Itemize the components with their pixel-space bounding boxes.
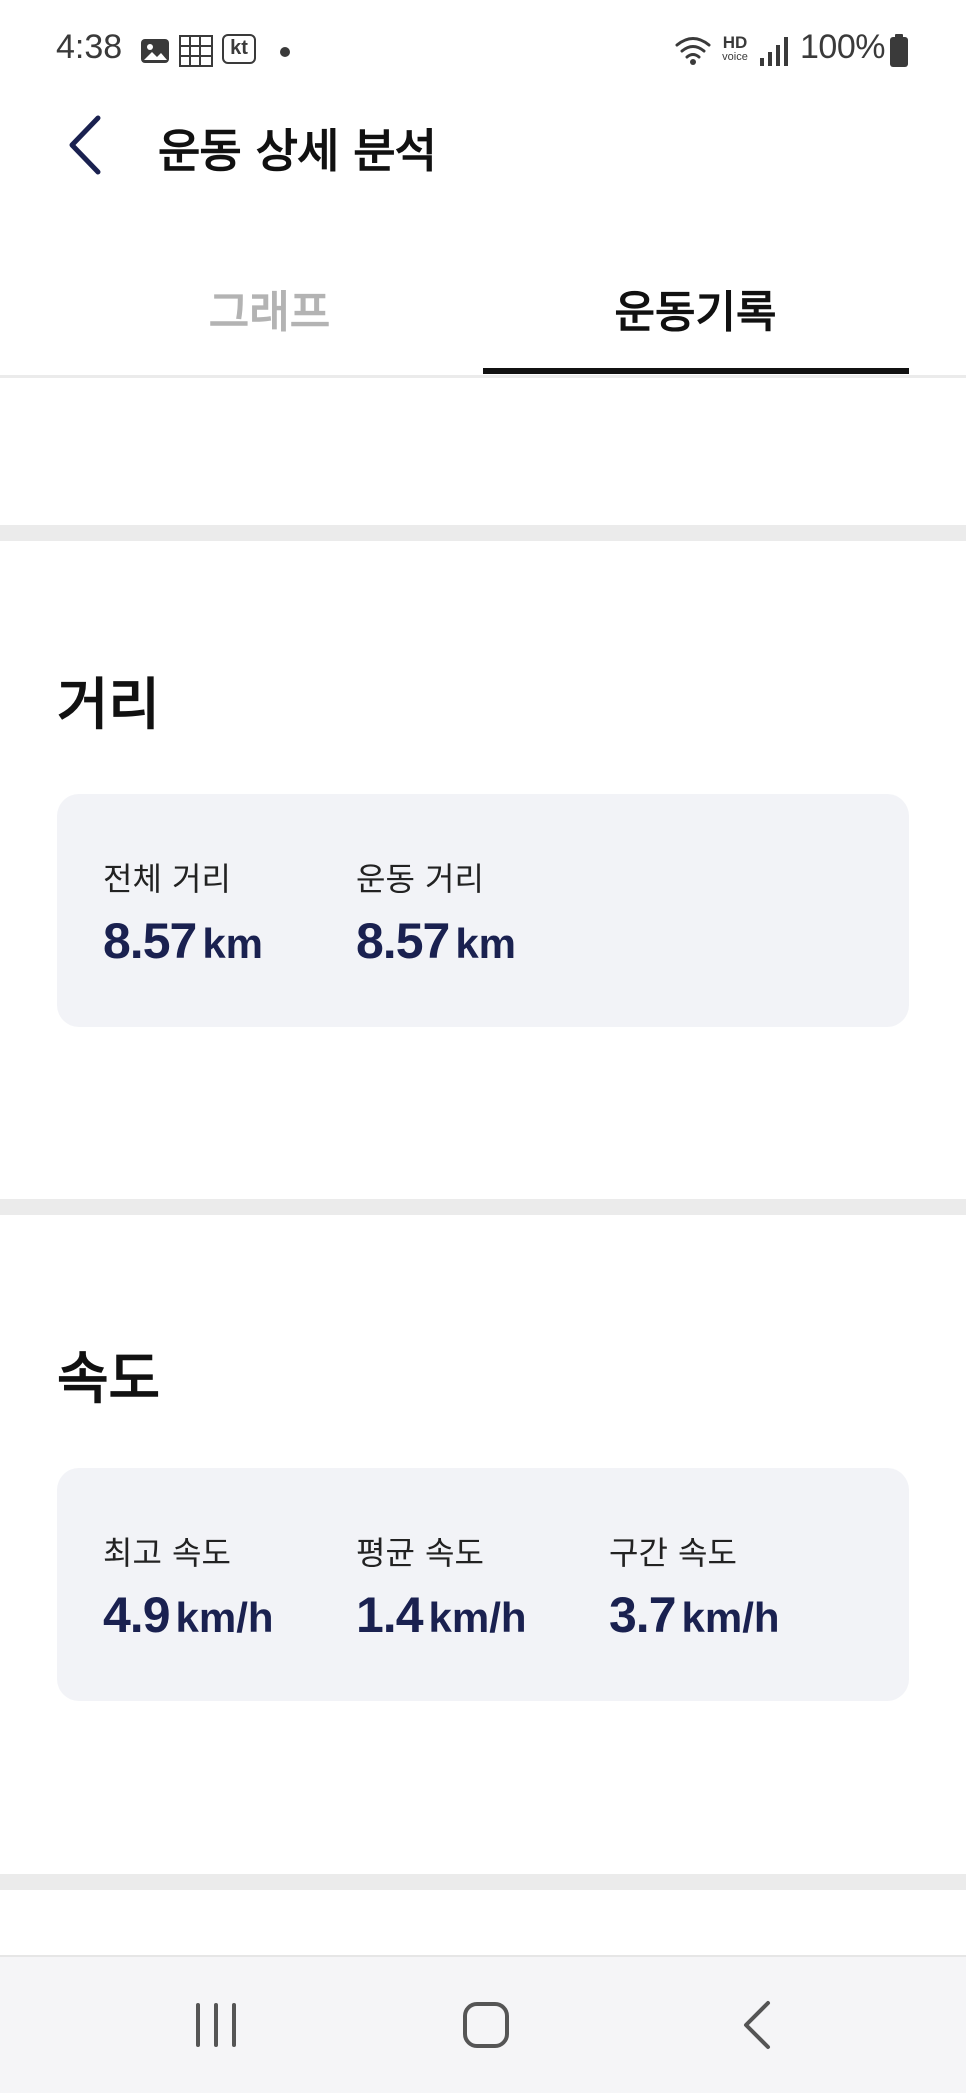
exercise-distance-stat: 운동 거리 8.57 km xyxy=(356,854,516,970)
battery-percent: 100% xyxy=(800,28,885,66)
recent-apps-icon xyxy=(196,2003,236,2047)
hd-voice-icon: HD voice xyxy=(722,33,748,63)
back-button[interactable] xyxy=(58,110,118,180)
section-divider xyxy=(0,525,966,541)
status-bar: 4:38 kt HD voice 100% xyxy=(0,0,966,100)
system-nav-bar xyxy=(0,1955,966,2093)
wifi-icon xyxy=(675,37,711,65)
recent-apps-button[interactable] xyxy=(156,1957,276,2093)
speed-section-title: 속도 xyxy=(57,1347,161,1412)
signal-icon xyxy=(760,37,788,66)
tab-exercise-record[interactable]: 운동기록 xyxy=(483,270,908,375)
battery-icon xyxy=(890,34,908,67)
total-distance-stat: 전체 거리 8.57 km xyxy=(103,854,263,970)
stat-label: 최고 속도 xyxy=(103,1534,231,1572)
grid-icon xyxy=(179,35,213,67)
page-title: 운동 상세 분석 xyxy=(158,124,437,178)
stat-label: 평균 속도 xyxy=(356,1534,484,1572)
stat-value: 8.57 km xyxy=(103,913,264,969)
notification-dot-icon xyxy=(280,47,290,57)
stat-label: 전체 거리 xyxy=(103,860,231,898)
stat-value: 1.4 km/h xyxy=(356,1587,527,1643)
section-speed-stat: 구간 속도 3.7 km/h xyxy=(609,1528,780,1644)
active-tab-indicator xyxy=(483,368,909,374)
tab-graph[interactable]: 그래프 xyxy=(57,270,482,375)
stat-value: 8.57 km xyxy=(356,913,517,969)
status-time: 4:38 xyxy=(56,28,123,66)
system-back-button[interactable] xyxy=(696,1957,816,2093)
max-speed-stat: 최고 속도 4.9 km/h xyxy=(103,1528,274,1644)
stat-label: 운동 거리 xyxy=(356,860,484,898)
kt-carrier-icon: kt xyxy=(222,34,256,64)
home-icon xyxy=(463,2002,509,2048)
back-icon xyxy=(744,2001,770,2049)
speed-card: 최고 속도 4.9 km/h 평균 속도 1.4 km/h 구간 속도 3.7 km/… xyxy=(57,1468,909,1701)
average-speed-stat: 평균 속도 1.4 km/h xyxy=(356,1528,527,1644)
stat-value: 3.7 km/h xyxy=(609,1587,780,1643)
distance-card: 전체 거리 8.57 km 운동 거리 8.57 km xyxy=(57,794,909,1027)
stat-label: 구간 속도 xyxy=(609,1534,737,1572)
section-divider xyxy=(0,1874,966,1890)
section-divider xyxy=(0,1199,966,1215)
distance-section-title: 거리 xyxy=(57,673,161,738)
gallery-icon xyxy=(141,39,169,63)
stat-value: 4.9 km/h xyxy=(103,1587,274,1643)
tab-divider xyxy=(0,375,966,378)
home-button[interactable] xyxy=(426,1957,546,2093)
chevron-left-icon xyxy=(69,115,101,175)
